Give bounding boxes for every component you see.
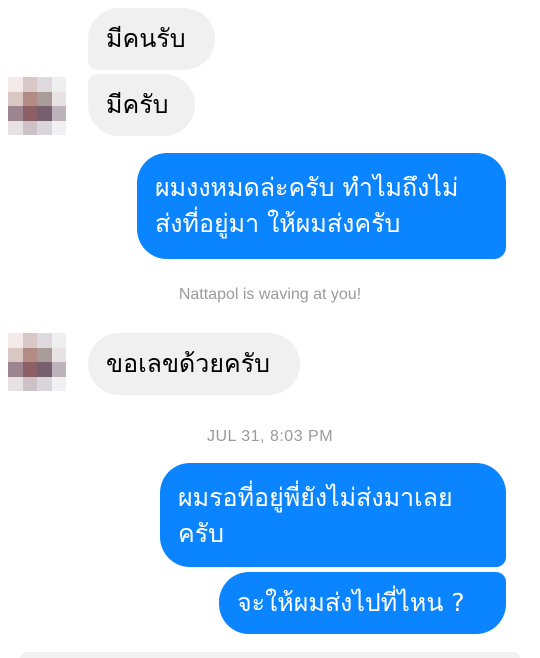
message-text: ขอเลขด้วยครับ [106,349,271,378]
incoming-message-bubble[interactable]: ขอเลขด้วยครับ [88,333,300,395]
message-text-line: ผมงงหมดล่ะครับ ทำไมถึงไม่ [155,173,459,202]
wave-notice: Nattapol is waving at you! [178,286,362,303]
timestamp: JUL 31, 8:03 PM [206,428,334,445]
message-text-line: ผมรอที่อยู่พี่ยังไม่ส่งมาเลย [178,483,453,512]
incoming-message-bubble[interactable]: มีคนรับ [88,8,215,70]
message-text: มีคนรับ [106,24,186,53]
avatar[interactable] [8,77,66,135]
outgoing-message-bubble[interactable]: ผมรอที่อยู่พี่ยังไม่ส่งมาเลย ครับ [160,463,506,567]
message-text-line: ครับ [178,519,225,548]
message-text: จะให้ผมส่งไปที่ไหน ? [237,588,465,617]
outgoing-message-bubble[interactable]: ผมงงหมดล่ะครับ ทำไมถึงไม่ ส่งที่อยู่มา ใ… [137,153,506,259]
message-text-line: ส่งที่อยู่มา ให้ผมส่งครับ [155,209,401,238]
avatar[interactable] [8,333,66,391]
incoming-message-bubble[interactable]: มีครับ [88,74,195,136]
message-text: มีครับ [106,90,169,119]
composer-edge [20,652,520,658]
outgoing-message-bubble[interactable]: จะให้ผมส่งไปที่ไหน ? [219,572,506,634]
